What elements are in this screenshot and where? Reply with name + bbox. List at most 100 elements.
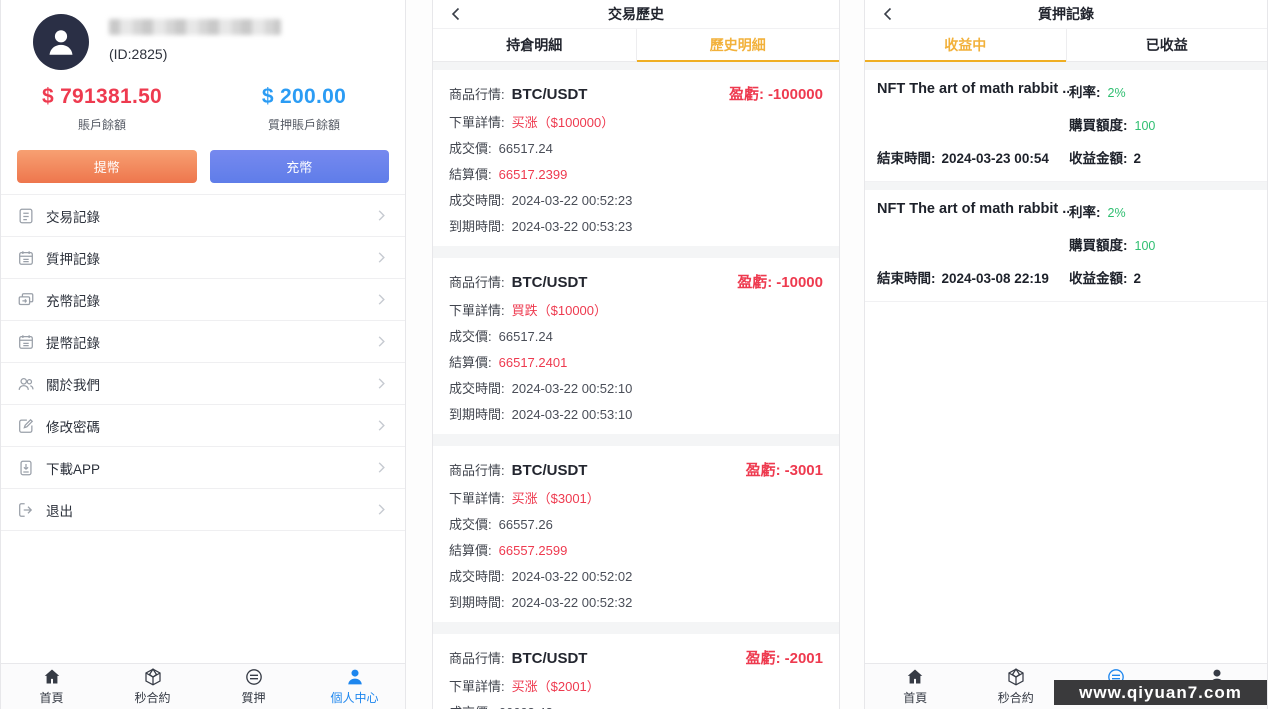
menu-item-deposit-records[interactable]: 充幣記錄: [1, 279, 405, 321]
avatar[interactable]: [33, 14, 89, 70]
row-value: 2024-03-22 00:52:32: [512, 595, 633, 610]
quota-cell: 購買額度:100: [1069, 114, 1255, 135]
menu-item-label: 下載APP: [46, 458, 100, 478]
divider: [433, 434, 839, 446]
trade-record-row: 到期時間:2024-03-22 00:53:10: [449, 407, 823, 422]
row-label: 成交時間:: [449, 193, 505, 208]
nav-item-home[interactable]: 首頁: [1, 664, 102, 709]
nav-item-profile[interactable]: 個人中心: [304, 664, 405, 709]
pair-group: 商品行情:BTC/USDT: [449, 648, 587, 668]
profile-menu: 交易記錄質押記錄充幣記錄提幣記錄關於我們修改密碼下載APP 退出: [1, 194, 405, 531]
menu-item-trade-records[interactable]: 交易記錄: [1, 195, 405, 237]
end-time-cell: 結束時間:2024-03-08 22:19: [877, 267, 1069, 288]
quota-label: 購買額度:: [1069, 238, 1128, 253]
pnl-value: 盈虧:-2001: [746, 647, 823, 668]
chevron-right-icon: [374, 292, 389, 307]
row-label: 結算價:: [449, 167, 492, 182]
row-label: 結算價:: [449, 355, 492, 370]
stake-record-name: NFT The art of math rabbit ...: [877, 201, 1069, 222]
page-title: 交易歷史: [608, 4, 664, 24]
trade-record: 商品行情:BTC/USDT盈虧:-10000下單詳情:買跌（$10000）成交價…: [433, 258, 839, 434]
deposit-button[interactable]: 充幣: [210, 150, 390, 183]
end-time-value: 2024-03-08 22:19: [942, 271, 1049, 286]
row-label: 結算價:: [449, 543, 492, 558]
download-icon: [17, 459, 35, 477]
divider: [433, 246, 839, 258]
stake-tab-1[interactable]: 已收益: [1066, 29, 1268, 61]
balance-label: 賬戶餘額: [1, 116, 203, 133]
pnl-label: 盈虧:: [746, 650, 781, 667]
pair-group: 商品行情:BTC/USDT: [449, 460, 587, 480]
trade-record-list: 商品行情:BTC/USDT盈虧:-100000下單詳情:买涨（$100000）成…: [433, 70, 839, 709]
nav-item-label: 秒合約: [998, 689, 1034, 706]
menu-item-download-app[interactable]: 下載APP: [1, 447, 405, 489]
end-time-cell: 結束時間:2024-03-23 00:54: [877, 147, 1069, 168]
profit-amount-cell: 收益金額:2: [1069, 147, 1255, 168]
pair-group: 商品行情:BTC/USDT: [449, 84, 587, 104]
menu-item-about-us[interactable]: 關於我們: [1, 363, 405, 405]
person-icon: [345, 667, 365, 687]
divider: [865, 62, 1267, 70]
trade-record-row: 下單詳情:买涨（$100000）: [449, 115, 823, 130]
divider: [433, 622, 839, 634]
trade-record-row: 成交時間:2024-03-22 00:52:10: [449, 381, 823, 396]
chevron-right-icon: [374, 376, 389, 391]
row-value: 2024-03-22 00:52:10: [512, 381, 633, 396]
calendar-icon: [17, 333, 35, 351]
menu-item-change-password[interactable]: 修改密碼: [1, 405, 405, 447]
chevron-left-icon: [447, 5, 465, 23]
trade-tab-0[interactable]: 持倉明細: [433, 29, 636, 61]
pnl-label: 盈虧:: [737, 274, 772, 291]
trade-record-row: 成交價:66517.24: [449, 141, 823, 156]
quota-value: 100: [1135, 119, 1156, 133]
row-label: 下單詳情:: [449, 115, 505, 130]
menu-item-logout[interactable]: 退出: [1, 489, 405, 531]
pair-label: 商品行情:: [449, 651, 505, 666]
trade-record-row: 下單詳情: 买涨（$2001）: [449, 679, 823, 694]
nav-item-contract[interactable]: 秒合約: [102, 664, 203, 709]
end-time-label: 結束時間:: [877, 151, 936, 166]
quota-value: 100: [1135, 239, 1156, 253]
menu-item-label: 退出: [46, 500, 73, 520]
stake-tabs: 收益中已收益: [865, 28, 1267, 62]
row-label: 到期時間:: [449, 407, 505, 422]
nav-item-home[interactable]: 首頁: [865, 664, 966, 709]
row-value: 買跌（$10000）: [512, 303, 607, 318]
calendar-icon: [17, 249, 35, 267]
watermark: www.qiyuan7.com: [1054, 680, 1267, 705]
balance-amount: $ 200.00: [203, 85, 405, 109]
menu-item-withdraw-records[interactable]: 提幣記錄: [1, 321, 405, 363]
back-button[interactable]: [879, 5, 897, 23]
row-value: 买涨（$3001）: [512, 491, 600, 506]
row-label: 下單詳情:: [449, 679, 505, 694]
balance-label: 質押賬戶餘額: [203, 116, 405, 133]
nav-item-contract[interactable]: 秒合約: [966, 664, 1067, 709]
trade-record-row: 成交價:66603.43: [449, 705, 823, 709]
back-button[interactable]: [447, 5, 465, 23]
pnl-value: 盈虧:-10000: [737, 271, 823, 292]
edit-icon: [17, 417, 35, 435]
trade-tab-1[interactable]: 歷史明細: [636, 29, 840, 61]
chevron-right-icon: [374, 502, 389, 517]
withdraw-button[interactable]: 提幣: [17, 150, 197, 183]
divider: [433, 62, 839, 70]
cube-icon: [143, 667, 163, 687]
profit-amount-label: 收益金額:: [1069, 151, 1128, 166]
trade-record-row: 結算價:66517.2399: [449, 167, 823, 182]
page-header: 質押記錄: [865, 0, 1267, 28]
chevron-right-icon: [374, 250, 389, 265]
chevron-right-icon: [374, 334, 389, 349]
pair-label: 商品行情:: [449, 275, 505, 290]
row-value: 买涨（$2001）: [512, 679, 600, 694]
stake-record-name: NFT The art of math rabbit ...: [877, 81, 1069, 102]
profit-amount-cell: 收益金額:2: [1069, 267, 1255, 288]
rate-label: 利率:: [1069, 85, 1101, 100]
profit-amount-value: 2: [1134, 271, 1142, 286]
rate-label: 利率:: [1069, 205, 1101, 220]
menu-item-stake-records[interactable]: 質押記錄: [1, 237, 405, 279]
nav-item-label: 質押: [241, 689, 265, 706]
nav-item-stake[interactable]: 質押: [203, 664, 304, 709]
rate-cell: 利率:2%: [1069, 81, 1255, 102]
trade-record-row: 下單詳情:买涨（$3001）: [449, 491, 823, 506]
stake-tab-0[interactable]: 收益中: [865, 29, 1066, 61]
